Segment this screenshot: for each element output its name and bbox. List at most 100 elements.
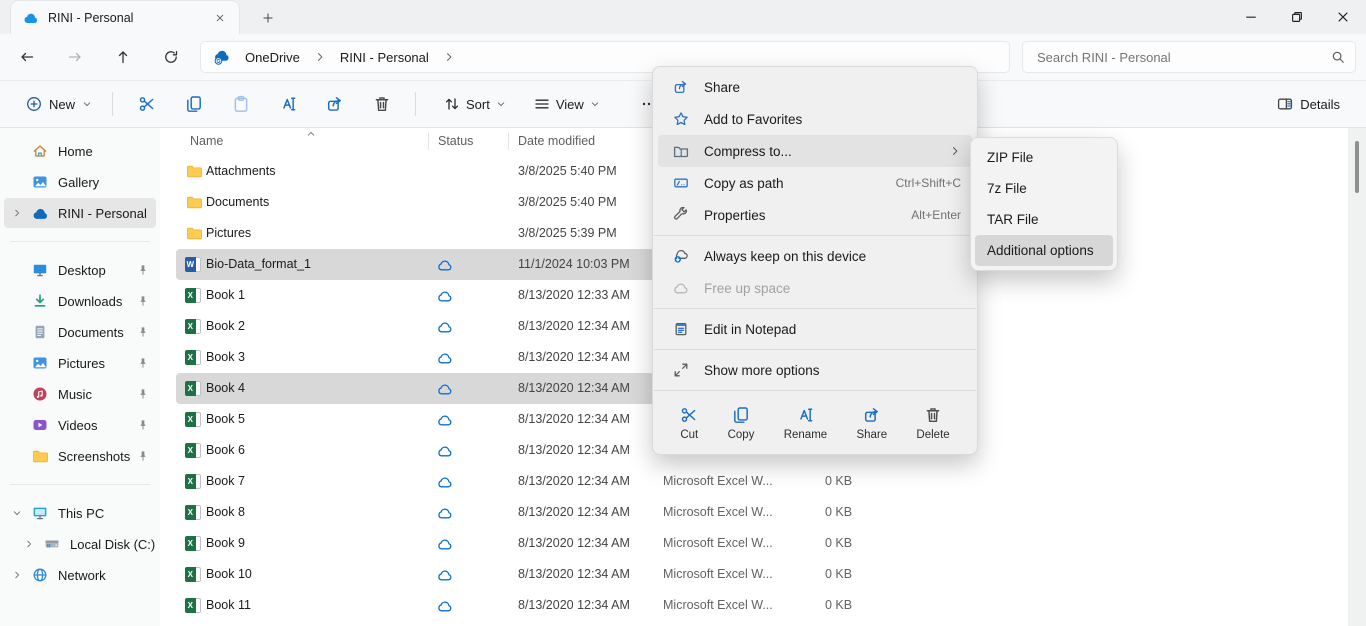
file-date: 8/13/2020 12:34 AM: [518, 505, 630, 519]
rename-button[interactable]: [264, 86, 311, 122]
tab-close-button[interactable]: [209, 7, 231, 29]
breadcrumb-onedrive[interactable]: OneDrive: [241, 48, 304, 67]
file-date: 3/8/2025 5:40 PM: [518, 164, 617, 178]
menu-item-free-up-space[interactable]: Free up space: [658, 272, 972, 304]
file-name: Book 1: [206, 288, 245, 302]
excel-file-icon: X: [185, 412, 201, 427]
file-row[interactable]: X Book 8 8/13/2020 12:34 AM Microsoft Ex…: [160, 497, 1348, 528]
cloud-download-icon: [673, 248, 692, 264]
minimize-button[interactable]: [1228, 0, 1274, 34]
view-button[interactable]: View: [524, 90, 610, 118]
trash-icon: [924, 406, 942, 424]
file-row[interactable]: X Book 7 8/13/2020 12:34 AM Microsoft Ex…: [160, 466, 1348, 497]
paste-button[interactable]: [217, 86, 264, 122]
file-name: Book 9: [206, 536, 245, 550]
details-pane-button[interactable]: Details: [1267, 90, 1350, 118]
excel-file-icon: X: [185, 567, 201, 582]
submenu-item-7z-file[interactable]: 7z File: [975, 173, 1113, 204]
scrollbar-thumb[interactable]: [1355, 141, 1359, 193]
menu-item-always-keep-on-device[interactable]: Always keep on this device: [658, 240, 972, 272]
chevron-right-icon[interactable]: [12, 208, 24, 218]
explorer-tab[interactable]: RINI - Personal: [10, 0, 240, 34]
sidebar-item-videos[interactable]: Videos: [4, 410, 156, 440]
cloud-status-icon: [437, 383, 453, 395]
file-row[interactable]: X Book 11 8/13/2020 12:34 AM Microsoft E…: [160, 590, 1348, 621]
copy-action-button[interactable]: Copy: [720, 402, 763, 445]
file-name: Book 2: [206, 319, 245, 333]
file-row[interactable]: X Book 10 8/13/2020 12:34 AM Microsoft E…: [160, 559, 1348, 590]
column-header-status[interactable]: Status: [438, 134, 473, 148]
column-header-name[interactable]: Name: [190, 134, 223, 148]
excel-file-icon: X: [185, 505, 201, 520]
file-date: 8/13/2020 12:34 AM: [518, 381, 630, 395]
menu-item-show-more-options[interactable]: Show more options: [658, 354, 972, 386]
rename-action-button[interactable]: Rename: [776, 402, 835, 445]
file-name: Book 11: [206, 598, 251, 612]
sort-icon: [444, 96, 460, 112]
new-button[interactable]: New: [16, 90, 102, 118]
menu-item-compress-to[interactable]: Compress to...: [658, 135, 972, 167]
sidebar-item-music[interactable]: Music: [4, 379, 156, 409]
share-action-button[interactable]: Share: [848, 402, 895, 445]
column-header-date-modified[interactable]: Date modified: [518, 134, 595, 148]
share-button[interactable]: [311, 86, 358, 122]
sidebar-item-home[interactable]: Home: [4, 136, 156, 166]
maximize-restore-button[interactable]: [1274, 0, 1320, 34]
delete-button[interactable]: [358, 86, 405, 122]
submenu-item-tar-file[interactable]: TAR File: [975, 204, 1113, 235]
submenu-item-zip-file[interactable]: ZIP File: [975, 142, 1113, 173]
file-date: 8/13/2020 12:34 AM: [518, 536, 630, 550]
menu-item-add-to-favorites[interactable]: Add to Favorites: [658, 103, 972, 135]
sidebar-item-local-disk[interactable]: Local Disk (C:): [4, 529, 156, 559]
sort-button[interactable]: Sort: [434, 90, 516, 118]
sidebar-item-onedrive[interactable]: RINI - Personal: [4, 198, 156, 228]
chevron-right-icon[interactable]: [314, 51, 326, 63]
back-button[interactable]: [11, 41, 43, 73]
file-row[interactable]: X Book 9 8/13/2020 12:34 AM Microsoft Ex…: [160, 528, 1348, 559]
copy-button[interactable]: [170, 86, 217, 122]
cut-action-button[interactable]: Cut: [672, 402, 706, 445]
folder-icon: [32, 448, 49, 464]
refresh-button[interactable]: [155, 41, 187, 73]
excel-file-icon: X: [185, 598, 201, 613]
sidebar-item-documents[interactable]: Documents: [4, 317, 156, 347]
menu-item-properties[interactable]: Properties Alt+Enter: [658, 199, 972, 231]
sidebar-item-this-pc[interactable]: This PC: [4, 498, 156, 528]
search-box[interactable]: [1022, 41, 1356, 73]
pin-icon: [137, 388, 149, 400]
menu-item-edit-in-notepad[interactable]: Edit in Notepad: [658, 313, 972, 345]
close-button[interactable]: [1320, 0, 1366, 34]
search-input[interactable]: [1037, 50, 1331, 65]
file-name: Documents: [206, 195, 269, 209]
view-label: View: [556, 97, 584, 112]
search-icon[interactable]: [1331, 50, 1345, 64]
cut-button[interactable]: [123, 86, 170, 122]
delete-action-button[interactable]: Delete: [908, 402, 957, 445]
chevron-right-icon[interactable]: [24, 539, 36, 549]
new-tab-button[interactable]: [256, 6, 280, 30]
file-date: 8/13/2020 12:34 AM: [518, 567, 630, 581]
gallery-icon: [32, 174, 49, 190]
breadcrumb-current[interactable]: RINI - Personal: [336, 48, 433, 67]
sidebar-item-gallery[interactable]: Gallery: [4, 167, 156, 197]
sidebar-item-screenshots[interactable]: Screenshots: [4, 441, 156, 471]
pictures-icon: [32, 355, 49, 371]
sidebar-item-downloads[interactable]: Downloads: [4, 286, 156, 316]
word-file-icon: W: [185, 257, 201, 272]
sidebar-item-network[interactable]: Network: [4, 560, 156, 590]
forward-button[interactable]: [59, 41, 91, 73]
chevron-down-icon[interactable]: [12, 508, 24, 518]
vertical-scrollbar[interactable]: [1348, 128, 1366, 626]
pin-icon: [137, 419, 149, 431]
excel-file-icon: X: [185, 288, 201, 303]
menu-item-share[interactable]: Share: [658, 71, 972, 103]
sidebar-item-desktop[interactable]: Desktop: [4, 255, 156, 285]
file-date: 8/13/2020 12:34 AM: [518, 474, 630, 488]
chevron-right-icon[interactable]: [443, 51, 455, 63]
sidebar-item-pictures[interactable]: Pictures: [4, 348, 156, 378]
menu-item-copy-as-path[interactable]: Copy as path Ctrl+Shift+C: [658, 167, 972, 199]
menu-separator: [654, 235, 976, 236]
up-button[interactable]: [107, 41, 139, 73]
chevron-right-icon[interactable]: [12, 570, 24, 580]
submenu-item-additional-options[interactable]: Additional options: [975, 235, 1113, 266]
